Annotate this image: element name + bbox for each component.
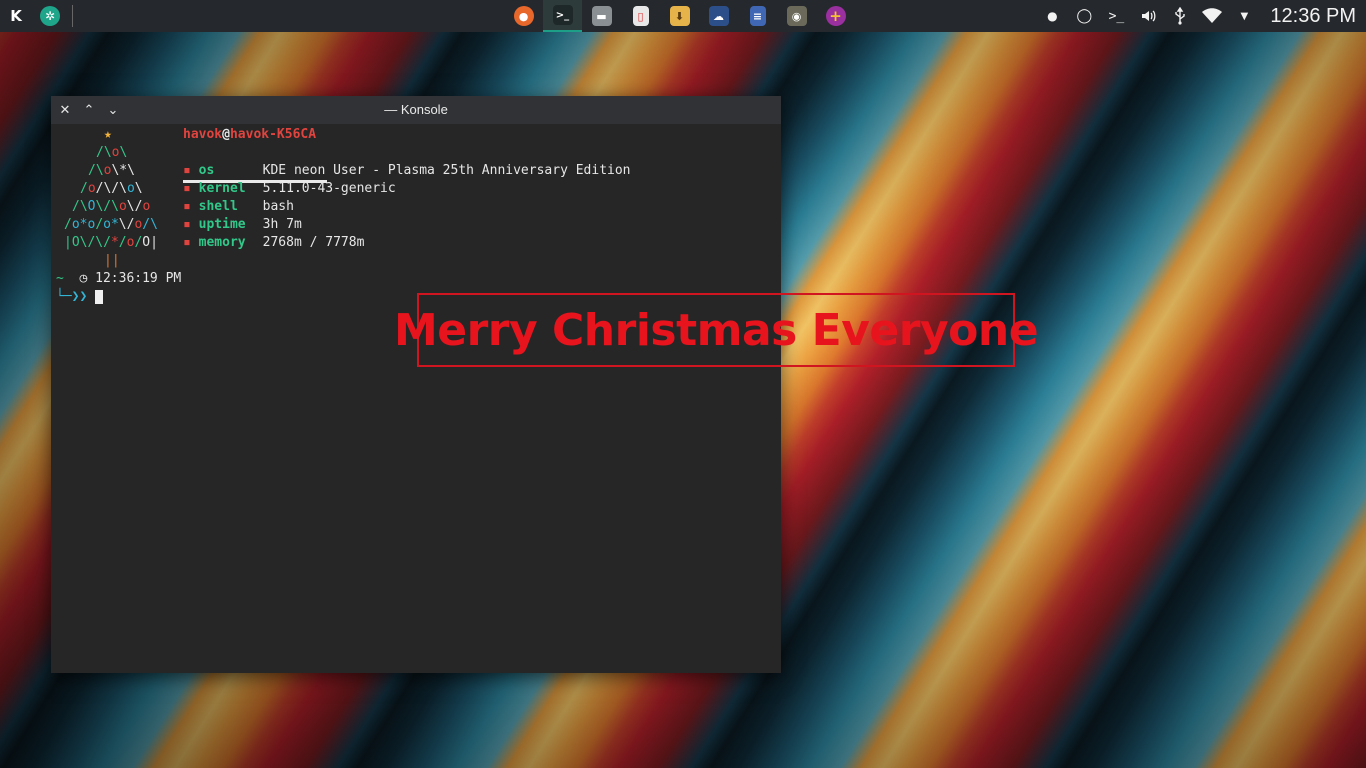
info-memory: ▪ memory 2768m / 7778m (183, 235, 365, 250)
circle-icon[interactable]: ◯ (1068, 0, 1100, 32)
task-text-editor[interactable]: ≡ (738, 0, 777, 32)
tree-row: /o/\/\o\ (80, 181, 143, 196)
info-shell: ▪ shell bash (183, 199, 294, 214)
tree-star: ★ (104, 127, 112, 142)
task-first-aid-app[interactable]: + (816, 0, 855, 32)
tree-row: /\o\*\ (88, 163, 135, 178)
prompt-arrow: └─❯❯ (56, 289, 88, 304)
task-firefox[interactable]: ● (504, 0, 543, 32)
application-launcher-icon[interactable]: K (4, 4, 28, 28)
volume-icon[interactable] (1132, 0, 1164, 32)
terminal-icon[interactable]: >_ (1100, 0, 1132, 32)
firefox-icon: ● (513, 6, 534, 26)
prompt-line: ~ ◷ 12:36:19 PM (56, 271, 182, 286)
user-host: havok@havok-K56CA (183, 127, 317, 142)
task-konsole[interactable]: >_ (543, 0, 582, 32)
konsole-window: ✕ ⌃ ⌄ — Konsole ★ /\o\ /\o\*\ /o/\/\o\ /… (51, 96, 781, 673)
wifi-icon[interactable] (1196, 0, 1228, 32)
downloader-icon: ⬇ (669, 6, 690, 26)
task-downloader[interactable]: ⬇ (660, 0, 699, 32)
task-cloud-app[interactable]: ☁ (699, 0, 738, 32)
panel-separator (72, 5, 73, 27)
window-title: — Konsole (384, 102, 448, 117)
document-viewer-icon: ▯ (632, 6, 649, 26)
usb-icon[interactable] (1164, 0, 1196, 32)
first-aid-icon: + (825, 6, 846, 26)
tree-row: /\O\/\o\/o (72, 199, 151, 214)
archive-manager-icon: ▬ (591, 6, 612, 26)
system-tray: ● ◯ >_ ▼ 12:36 PM (1036, 0, 1366, 32)
info-kernel: ▪ kernel 5.11.0-43-generic (183, 181, 396, 196)
konsole-icon: >_ (552, 5, 573, 25)
text-cursor (95, 290, 103, 304)
terminal-area[interactable]: ★ /\o\ /\o\*\ /o/\/\o\ /\O\/\o\/o /o*o/o… (51, 124, 781, 673)
pinned-app-icon[interactable]: ✲ (38, 4, 62, 28)
tree-row: |O\/\/*/o/O| (64, 235, 158, 250)
info-os: ▪ os KDE neon User - Plasma 25th Annivers… (183, 163, 631, 178)
window-titlebar[interactable]: ✕ ⌃ ⌄ — Konsole (51, 96, 781, 124)
top-panel: K ✲ ● >_ ▬ ▯ ⬇ ☁ ≡ ◉ + ● ◯ >_ ▼ 12:36 PM (0, 0, 1366, 32)
greeting-text: Merry Christmas Everyone (394, 293, 1039, 367)
task-manager: ● >_ ▬ ▯ ⬇ ☁ ≡ ◉ + (504, 0, 855, 32)
task-document-viewer[interactable]: ▯ (621, 0, 660, 32)
clock-icon: ◷ (79, 271, 88, 286)
gimp-icon: ◉ (786, 6, 807, 26)
task-gimp[interactable]: ◉ (777, 0, 816, 32)
info-uptime: ▪ uptime 3h 7m (183, 217, 302, 232)
text-editor-icon: ≡ (749, 6, 766, 26)
tree-trunk: || (104, 253, 120, 268)
digital-clock[interactable]: 12:36 PM (1260, 5, 1366, 28)
tree-row: /\o\ (96, 145, 128, 160)
expand-tray-icon[interactable]: ▼ (1228, 0, 1260, 32)
tree-row: /o*o/o*\/o/\ (64, 217, 158, 232)
drop-icon[interactable]: ● (1036, 0, 1068, 32)
cloud-icon: ☁ (708, 6, 729, 26)
task-archive-manager[interactable]: ▬ (582, 0, 621, 32)
